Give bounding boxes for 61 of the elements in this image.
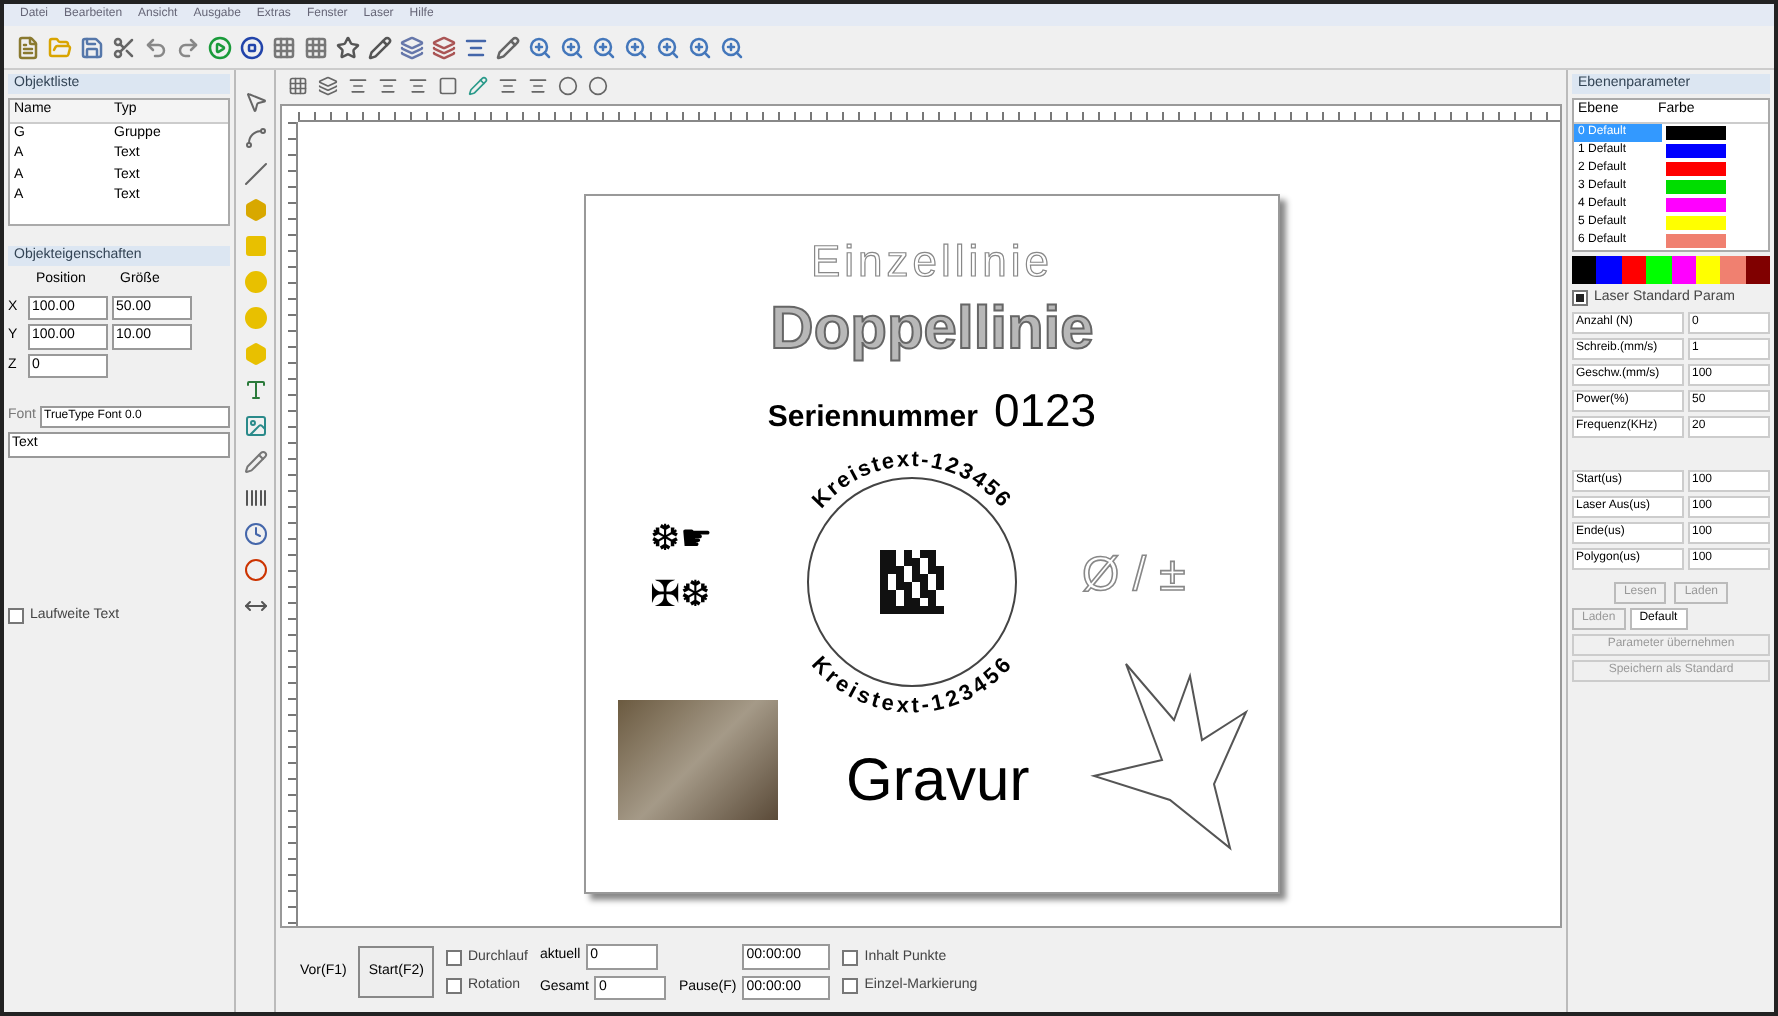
checkbox[interactable] xyxy=(842,978,859,995)
serial-number: 0123 xyxy=(993,382,1097,440)
toolbar-icon[interactable] xyxy=(656,35,680,59)
toolbar-icon[interactable] xyxy=(528,35,552,59)
text-icon[interactable] xyxy=(243,378,267,402)
palette-swatch[interactable] xyxy=(1621,255,1647,283)
toolbar-icon[interactable] xyxy=(688,35,712,59)
toolbar-icon[interactable] xyxy=(318,75,338,95)
toolbar-icon[interactable] xyxy=(498,75,518,95)
symbol-text: ❆☛ xyxy=(650,516,713,564)
toolbar-icon[interactable] xyxy=(408,75,428,95)
palette-swatch[interactable] xyxy=(1671,255,1696,283)
palette-swatch[interactable] xyxy=(1745,255,1770,283)
toolbar-icon[interactable] xyxy=(112,35,136,59)
serial-label: Seriennummer xyxy=(767,398,978,438)
toolbar-icon[interactable] xyxy=(528,75,548,95)
toolbar-icon[interactable] xyxy=(288,75,308,95)
curve-icon[interactable] xyxy=(243,126,267,150)
toolbar-icon[interactable] xyxy=(336,35,360,59)
double-line-text: Doppellinie xyxy=(768,294,1096,366)
toolbar-icon[interactable] xyxy=(368,35,392,59)
toolbar-icon[interactable] xyxy=(80,35,104,59)
pen-icon[interactable] xyxy=(243,450,267,474)
math-symbol-text: Ø / ± xyxy=(1082,546,1186,606)
toolbar-icon[interactable] xyxy=(16,35,40,59)
checkbox[interactable] xyxy=(1572,289,1588,306)
clock-icon[interactable] xyxy=(243,522,267,546)
engraving-text: Gravur xyxy=(846,746,1030,818)
checkbox[interactable] xyxy=(8,607,24,624)
checkbox[interactable] xyxy=(445,978,462,995)
checkbox[interactable] xyxy=(445,949,462,966)
toolbar-icon[interactable] xyxy=(208,35,232,59)
toolbar-icon[interactable] xyxy=(592,35,616,59)
toolbar-icon[interactable] xyxy=(560,35,584,59)
palette-swatch[interactable] xyxy=(1695,255,1721,283)
palette-swatch[interactable] xyxy=(1720,255,1746,283)
toolbar-icon[interactable] xyxy=(240,35,264,59)
single-line-text: Einzellinie xyxy=(808,234,1056,290)
symbol-text: ✠❆ xyxy=(650,572,711,620)
checkbox[interactable] xyxy=(842,949,859,966)
toolbar-icon[interactable] xyxy=(348,75,368,95)
image-icon[interactable] xyxy=(243,414,267,438)
toolbar-icon[interactable] xyxy=(304,35,328,59)
toolbar-icon[interactable] xyxy=(720,35,744,59)
datamatrix-code xyxy=(880,550,944,614)
toolbar-icon[interactable] xyxy=(400,35,424,59)
toolbar-icon[interactable] xyxy=(378,75,398,95)
line-icon[interactable] xyxy=(243,162,267,186)
toolbar-icon[interactable] xyxy=(496,35,520,59)
toolbar-icon[interactable] xyxy=(144,35,168,59)
toolbar-icon[interactable] xyxy=(624,35,648,59)
pointer-icon[interactable] xyxy=(243,90,267,114)
palette-swatch[interactable] xyxy=(1596,255,1622,283)
palette-swatch[interactable] xyxy=(1572,255,1597,283)
toolbar-icon[interactable] xyxy=(432,35,456,59)
toolbar-icon[interactable] xyxy=(272,35,296,59)
palette-swatch[interactable] xyxy=(1646,255,1671,283)
toolbar-icon[interactable] xyxy=(438,75,458,95)
toolbar-icon[interactable] xyxy=(176,35,200,59)
barcode-icon[interactable] xyxy=(243,486,267,510)
toolbar-icon[interactable] xyxy=(464,35,488,59)
